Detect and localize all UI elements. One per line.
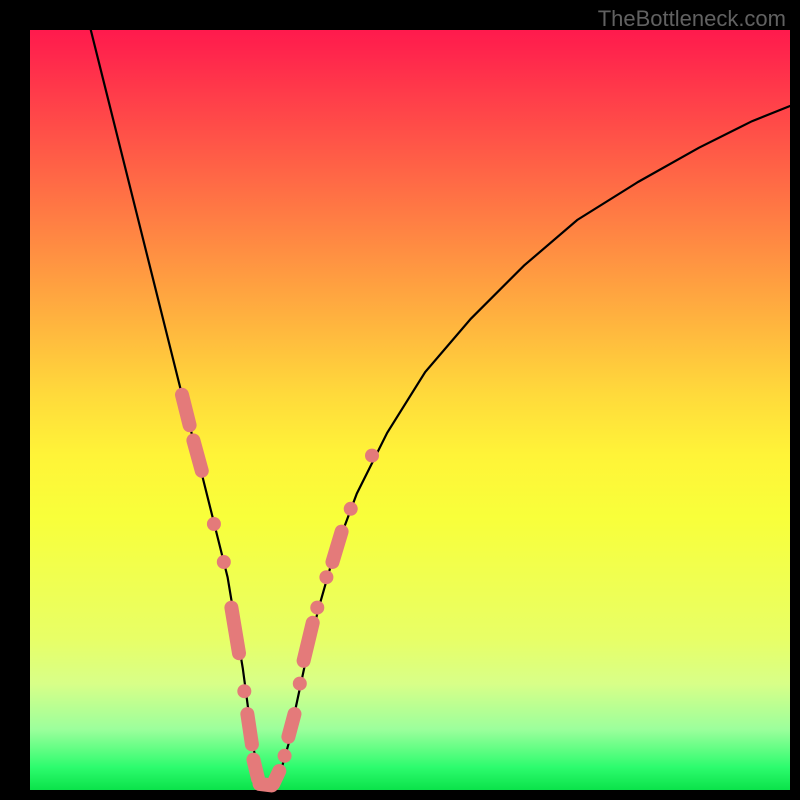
data-segment [253,760,258,779]
data-segment [193,440,201,470]
bottleneck-curve [91,30,790,786]
data-point [207,517,221,531]
data-segment [304,623,313,661]
curve-layer [30,30,790,790]
data-point [310,601,324,615]
data-segment [288,714,294,737]
data-point [344,502,358,516]
data-point [365,449,379,463]
data-segment [182,395,190,425]
data-point [278,749,292,763]
chart-frame: TheBottleneck.com [0,0,800,800]
data-point [237,684,251,698]
data-markers [182,395,379,786]
data-point [293,677,307,691]
watermark-text: TheBottleneck.com [598,6,786,32]
data-segment [273,771,279,784]
data-segment [247,714,252,744]
data-segment [231,608,239,654]
data-point [319,570,333,584]
plot-area [30,30,790,790]
data-segment [332,532,341,562]
data-point [217,555,231,569]
